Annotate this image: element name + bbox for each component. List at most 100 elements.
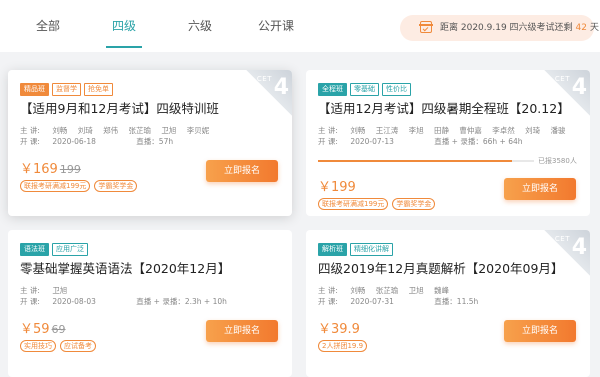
progress-fill xyxy=(318,160,513,162)
teacher-name: 李贝妮 xyxy=(186,126,210,135)
benefit-tag: 联报考研满减199元 xyxy=(20,180,91,192)
course-card[interactable]: CET 4 解析班 精细化讲解 四级2019年12月真题解析【2020年09月】… xyxy=(306,230,590,377)
teacher-label: 主 讲: xyxy=(20,126,40,135)
cet-level: 4 xyxy=(273,75,289,100)
teacher-name: 曹仲嘉 xyxy=(459,126,482,135)
enroll-button[interactable]: 立即报名 xyxy=(504,178,576,200)
countdown-days: 42 xyxy=(575,23,587,33)
current-price: ￥169 xyxy=(20,162,58,177)
current-price: ￥39.9 xyxy=(318,322,360,337)
course-tag: 语法班 xyxy=(20,243,49,256)
date-label: 开 课: xyxy=(318,297,338,306)
teacher-name: 刘畅 xyxy=(52,126,68,135)
course-teachers: 主 讲: 刘畅 张芷瑜 卫旭 魏峰 xyxy=(318,285,457,296)
original-price: 69 xyxy=(51,323,66,336)
countdown-suffix: 天 xyxy=(589,23,599,33)
course-title[interactable]: 【适用12月考试】四级暑期全程班【20.12】 xyxy=(318,98,570,117)
course-mode: 直播：11.5h xyxy=(434,297,479,306)
teacher-name: 卫旭 xyxy=(52,286,68,295)
enroll-button[interactable]: 立即报名 xyxy=(504,320,576,342)
course-price: ￥169 199 xyxy=(20,158,81,177)
cet-label: CET xyxy=(256,75,272,83)
course-benefits: 联报考研满减199元 学霸奖学金 xyxy=(318,198,439,210)
course-mode: 直播：57h xyxy=(136,137,174,146)
cet-level: 4 xyxy=(571,75,587,100)
tab-all[interactable]: 全部 xyxy=(10,0,86,52)
teacher-name: 魏峰 xyxy=(433,286,449,295)
course-date: 2020-06-18 xyxy=(52,137,96,146)
course-date-row: 开 课: 2020-07-13 直播 + 录播：66h + 64h xyxy=(318,136,531,147)
date-label: 开 课: xyxy=(318,137,338,146)
teacher-name: 卫旭 xyxy=(161,126,177,135)
course-date: 2020-08-03 xyxy=(52,297,96,306)
course-teachers: 主 讲: 卫旭 xyxy=(20,285,75,296)
course-benefits: 2人拼团19.9 xyxy=(318,340,371,352)
current-price: ￥59 xyxy=(20,322,50,337)
teacher-name: 张芷瑜 xyxy=(375,286,399,295)
course-tags: 解析班 精细化讲解 xyxy=(318,243,396,256)
benefit-tag: 应试备考 xyxy=(60,340,96,352)
benefit-tag: 学霸奖学金 xyxy=(392,198,436,210)
course-tags: 全程班 零基础 性价比 xyxy=(318,83,414,96)
course-card[interactable]: CET 4 全程班 零基础 性价比 【适用12月考试】四级暑期全程班【20.12… xyxy=(306,70,590,216)
teacher-name: 刘畅 xyxy=(350,286,366,295)
teacher-name: 李卓然 xyxy=(492,126,515,135)
course-price: ￥199 xyxy=(318,176,356,195)
teacher-label: 主 讲: xyxy=(318,286,338,295)
tab-cet4[interactable]: 四级 xyxy=(86,0,162,52)
course-tag: 性价比 xyxy=(382,83,411,96)
enrolled-count: 已报3580人 xyxy=(538,157,577,165)
teacher-name: 李旭 xyxy=(408,126,424,135)
course-date-row: 开 课: 2020-06-18 直播：57h xyxy=(20,136,181,147)
cet-level: 4 xyxy=(571,235,587,260)
tab-open-class[interactable]: 公开课 xyxy=(238,0,314,52)
course-tags: 精品班 监督学 抢免单 xyxy=(20,83,116,96)
course-tag: 监督学 xyxy=(52,83,81,96)
course-teachers: 主 讲: 刘畅 王江涛 李旭 田静 曹仲嘉 李卓然 刘琦 潘骏 xyxy=(318,125,574,136)
course-price: ￥59 69 xyxy=(20,318,66,337)
course-teachers: 主 讲: 刘畅 刘琦 郑伟 张芷瑜 卫旭 李贝妮 xyxy=(20,125,217,136)
course-price: ￥39.9 xyxy=(318,318,360,337)
cet-label: CET xyxy=(554,75,570,83)
course-tag: 抢免单 xyxy=(84,83,113,96)
countdown-text: 距离 2020.9.19 四六级考试还剩 42 天 xyxy=(440,15,599,41)
course-title[interactable]: 四级2019年12月真题解析【2020年09月】 xyxy=(318,258,563,277)
countdown-prefix: 距离 2020.9.19 四六级考试还剩 xyxy=(440,23,573,33)
exam-countdown: 距离 2020.9.19 四六级考试还剩 42 天 xyxy=(400,15,599,41)
enrollment-progress-bar xyxy=(318,160,534,162)
course-tag: 解析班 xyxy=(318,243,347,256)
course-date-row: 开 课: 2020-07-31 直播：11.5h xyxy=(318,296,486,307)
teacher-name: 张芷瑜 xyxy=(128,126,151,135)
teacher-name: 刘畅 xyxy=(350,126,366,135)
course-tag: 全程班 xyxy=(318,83,347,96)
teacher-name: 潘骏 xyxy=(550,126,566,135)
teacher-name: 郑伟 xyxy=(103,126,119,135)
course-title[interactable]: 零基础掌握英语语法【2020年12月】 xyxy=(20,258,230,277)
top-bar: 全部 四级 六级 公开课 距离 2020.9.19 四六级考试还剩 42 天 xyxy=(0,0,600,52)
course-card[interactable]: CET 4 精品班 监督学 抢免单 【适用9月和12月考试】四级特训班 主 讲:… xyxy=(8,70,292,216)
date-label: 开 课: xyxy=(20,297,40,306)
course-mode: 直播 + 录播：2.3h + 10h xyxy=(136,297,227,306)
course-title[interactable]: 【适用9月和12月考试】四级特训班 xyxy=(20,98,219,117)
course-card[interactable]: 语法班 应用广泛 零基础掌握英语语法【2020年12月】 主 讲: 卫旭 开 课… xyxy=(8,230,292,377)
teacher-name: 刘琦 xyxy=(525,126,541,135)
tab-cet6[interactable]: 六级 xyxy=(162,0,238,52)
course-date: 2020-07-31 xyxy=(350,297,394,306)
teacher-name: 刘琦 xyxy=(77,126,93,135)
course-date: 2020-07-13 xyxy=(350,137,394,146)
teacher-name: 王江涛 xyxy=(375,126,399,135)
course-tag: 精品班 xyxy=(20,83,49,96)
date-label: 开 课: xyxy=(20,137,40,146)
enroll-button[interactable]: 立即报名 xyxy=(206,160,278,182)
benefit-tag: 联报考研满减199元 xyxy=(318,198,389,210)
course-benefits: 实用技巧 应试备考 xyxy=(20,340,100,352)
enroll-button[interactable]: 立即报名 xyxy=(206,320,278,342)
benefit-tag: 2人拼团19.9 xyxy=(318,340,368,352)
course-mode: 直播 + 录播：66h + 64h xyxy=(434,137,523,146)
course-tag: 精细化讲解 xyxy=(350,243,393,256)
current-price: ￥199 xyxy=(318,180,356,195)
calendar-icon xyxy=(419,21,433,33)
teacher-label: 主 讲: xyxy=(20,286,40,295)
course-tag: 零基础 xyxy=(350,83,379,96)
original-price: 199 xyxy=(59,163,81,176)
